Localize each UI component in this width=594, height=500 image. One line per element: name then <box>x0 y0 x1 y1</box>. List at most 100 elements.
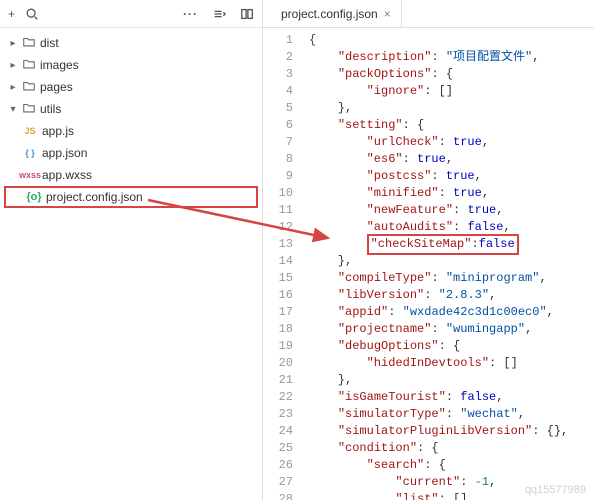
folder-icon <box>22 35 36 52</box>
search-icon <box>25 7 39 21</box>
highlighted-code: "checkSiteMap":false <box>367 234 519 255</box>
line-number: 4 <box>263 83 293 100</box>
line-number: 26 <box>263 457 293 474</box>
code-line-20: "hidedInDevtools": [] <box>309 355 594 372</box>
line-number: 28 <box>263 491 293 500</box>
caret-icon <box>8 82 18 93</box>
line-number: 1 <box>263 32 293 49</box>
editor-pane: project.config.json × 123456789101112131… <box>263 0 594 500</box>
code-line-13: "checkSiteMap":false <box>309 236 594 253</box>
app-root: + ··· dist images pages utilsJS app.js { }app… <box>0 0 594 500</box>
folder-icon <box>22 101 36 118</box>
tree-item-label: project.config.json <box>46 190 143 204</box>
code-line-26: "search": { <box>309 457 594 474</box>
line-number: 23 <box>263 406 293 423</box>
line-number: 10 <box>263 185 293 202</box>
line-number: 8 <box>263 151 293 168</box>
tab-project-config[interactable]: project.config.json × <box>271 0 402 27</box>
code-line-25: "condition": { <box>309 440 594 457</box>
line-number: 17 <box>263 304 293 321</box>
wxss-file-icon: wxss <box>22 170 38 180</box>
line-number: 3 <box>263 66 293 83</box>
line-number: 20 <box>263 355 293 372</box>
line-gutter: 1234567891011121314151617181920212223242… <box>263 28 303 500</box>
line-number: 21 <box>263 372 293 389</box>
tab-label: project.config.json <box>281 7 378 21</box>
line-number: 16 <box>263 287 293 304</box>
line-number: 5 <box>263 100 293 117</box>
split-icon <box>240 7 254 21</box>
tree-item-label: utils <box>40 102 61 116</box>
watermark: qq15577989 <box>525 484 586 496</box>
config-file-icon: {o} <box>26 191 42 203</box>
code-line-17: "appid": "wxdade42c3d1c00ec0", <box>309 304 594 321</box>
line-number: 15 <box>263 270 293 287</box>
file-tree: distimagespagesutilsJSapp.js{ }app.jsonw… <box>0 28 262 212</box>
code-line-15: "compileType": "miniprogram", <box>309 270 594 287</box>
line-number: 19 <box>263 338 293 355</box>
code-line-22: "isGameTourist": false, <box>309 389 594 406</box>
line-number: 11 <box>263 202 293 219</box>
caret-icon <box>8 38 18 49</box>
folder-item-utils[interactable]: utils <box>0 98 262 120</box>
code-line-4: "ignore": [] <box>309 83 594 100</box>
line-number: 18 <box>263 321 293 338</box>
file-item-app-js[interactable]: JS app.js <box>0 120 262 142</box>
line-number: 22 <box>263 389 293 406</box>
code-line-10: "minified": true, <box>309 185 594 202</box>
file-item-app-wxss[interactable]: wxss app.wxss <box>0 164 262 186</box>
code-line-14: }, <box>309 253 594 270</box>
code-line-11: "newFeature": true, <box>309 202 594 219</box>
caret-icon <box>8 104 18 115</box>
code-line-3: "packOptions": { <box>309 66 594 83</box>
caret-icon <box>8 60 18 71</box>
file-item-project-config-json[interactable]: {o} project.config.json <box>4 186 258 208</box>
file-item-app-json[interactable]: { }app.json <box>0 142 262 164</box>
code-line-23: "simulatorType": "wechat", <box>309 406 594 423</box>
code-line-21: }, <box>309 372 594 389</box>
tree-item-label: app.js <box>42 124 74 138</box>
folder-icon <box>22 79 36 96</box>
line-number: 7 <box>263 134 293 151</box>
tree-item-label: pages <box>40 80 73 94</box>
tree-item-label: app.wxss <box>42 168 92 182</box>
code-line-16: "libVersion": "2.8.3", <box>309 287 594 304</box>
line-number: 12 <box>263 219 293 236</box>
code-line-7: "urlCheck": true, <box>309 134 594 151</box>
search-button[interactable] <box>25 7 39 21</box>
code-line-1: { <box>309 32 594 49</box>
line-number: 13 <box>263 236 293 253</box>
line-number: 9 <box>263 168 293 185</box>
js-file-icon: JS <box>22 126 38 136</box>
folder-item-dist[interactable]: dist <box>0 32 262 54</box>
sidebar: + ··· dist images pages utilsJS app.js { }app… <box>0 0 263 500</box>
folder-item-images[interactable]: images <box>0 54 262 76</box>
folder-item-pages[interactable]: pages <box>0 76 262 98</box>
line-number: 6 <box>263 117 293 134</box>
line-number: 24 <box>263 423 293 440</box>
code-line-18: "projectname": "wumingapp", <box>309 321 594 338</box>
code-line-24: "simulatorPluginLibVersion": {}, <box>309 423 594 440</box>
folder-icon <box>22 57 36 74</box>
more-button[interactable]: ··· <box>183 7 198 21</box>
split-button[interactable] <box>240 7 254 21</box>
code-line-9: "postcss": true, <box>309 168 594 185</box>
code-content: { "description": "项目配置文件", "packOptions"… <box>303 28 594 500</box>
code-line-19: "debugOptions": { <box>309 338 594 355</box>
code-line-2: "description": "项目配置文件", <box>309 49 594 66</box>
tree-item-label: images <box>40 58 79 72</box>
line-number: 25 <box>263 440 293 457</box>
code-line-6: "setting": { <box>309 117 594 134</box>
code-line-8: "es6": true, <box>309 151 594 168</box>
close-icon[interactable]: × <box>384 7 391 21</box>
collapse-button[interactable] <box>212 7 226 21</box>
line-number: 14 <box>263 253 293 270</box>
tree-item-label: dist <box>40 36 59 50</box>
collapse-icon <box>212 7 226 21</box>
tab-bar: project.config.json × <box>263 0 594 28</box>
code-area[interactable]: 1234567891011121314151617181920212223242… <box>263 28 594 500</box>
code-line-5: }, <box>309 100 594 117</box>
line-number: 2 <box>263 49 293 66</box>
tree-item-label: app.json <box>42 146 87 160</box>
new-file-button[interactable]: + <box>8 7 15 21</box>
